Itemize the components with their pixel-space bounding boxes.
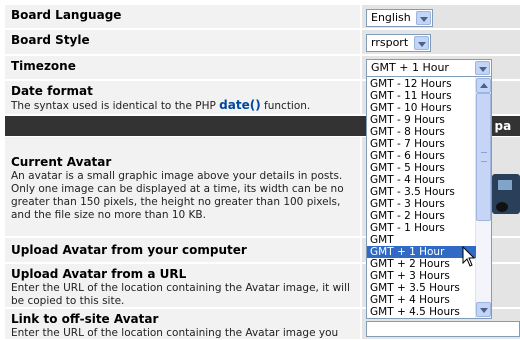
php-date-link[interactable]: date() — [219, 98, 261, 112]
timezone-option[interactable]: GMT - 5 Hours — [367, 162, 476, 174]
timezone-label: Timezone — [11, 59, 76, 73]
board-style-row: Board Style — [5, 30, 360, 55]
board-style-value: rrsport — [371, 36, 409, 49]
timezone-option[interactable]: GMT + 3.5 Hours — [367, 282, 476, 294]
timezone-option[interactable]: GMT + 1 Hour — [367, 246, 476, 258]
timezone-option[interactable]: GMT - 2 Hours — [367, 210, 476, 222]
timezone-option[interactable]: GMT - 4 Hours — [367, 174, 476, 186]
timezone-row: Timezone — [5, 56, 360, 80]
current-avatar-label: Current Avatar — [11, 155, 112, 169]
current-avatar-description: An avatar is a small graphic image above… — [11, 170, 344, 221]
board-language-row: Board Language — [5, 5, 360, 29]
offsite-avatar-url-input[interactable] — [366, 321, 520, 337]
upload-url-label: Upload Avatar from a URL — [11, 267, 187, 281]
timezone-option[interactable]: GMT — [367, 234, 476, 246]
timezone-option[interactable]: GMT - 3 Hours — [367, 198, 476, 210]
board-language-label: Board Language — [11, 8, 122, 22]
upload-url-description: Enter the URL of the location containing… — [11, 282, 350, 307]
timezone-option[interactable]: GMT + 3 Hours — [367, 270, 476, 282]
timezone-option[interactable]: GMT - 10 Hours — [367, 102, 476, 114]
timezone-option[interactable]: GMT - 9 Hours — [367, 114, 476, 126]
offsite-avatar-label: Link to off-site Avatar — [11, 312, 159, 326]
scrollbar-thumb[interactable] — [476, 93, 491, 221]
timezone-option[interactable]: GMT - 12 Hours — [367, 78, 476, 90]
timezone-option[interactable]: GMT - 6 Hours — [367, 150, 476, 162]
timezone-select[interactable]: GMT + 1 Hour — [366, 59, 492, 77]
timezone-option[interactable]: GMT + 2 Hours — [367, 258, 476, 270]
date-format-description: The syntax used is identical to the PHP … — [11, 99, 354, 113]
timezone-option[interactable]: GMT - 8 Hours — [367, 126, 476, 138]
timezone-option[interactable]: GMT - 1 Hours — [367, 222, 476, 234]
dropdown-scrollbar[interactable] — [475, 77, 491, 318]
chevron-down-icon[interactable] — [475, 61, 490, 75]
timezone-option[interactable]: GMT + 4 Hours — [367, 294, 476, 306]
date-format-row: Date format The syntax used is identical… — [5, 81, 360, 115]
profile-settings-form: Board Language English Board Style rrspo… — [0, 0, 520, 340]
timezone-dropdown-list[interactable]: GMT - 12 Hours GMT - 11 Hours GMT - 10 Hou… — [366, 76, 492, 319]
upload-url-row: Upload Avatar from a URL Enter the URL o… — [5, 264, 360, 308]
offsite-avatar-description: Enter the URL of the location containing… — [11, 327, 339, 339]
chevron-down-icon[interactable] — [416, 11, 431, 25]
timezone-option[interactable]: GMT - 11 Hours — [367, 90, 476, 102]
offsite-avatar-row: Link to off-site Avatar Enter the URL of… — [5, 309, 360, 340]
timezone-value: GMT + 1 Hour — [371, 61, 449, 74]
avatar-image — [492, 174, 520, 214]
upload-computer-row: Upload Avatar from your computer — [5, 238, 360, 263]
scroll-up-icon[interactable] — [476, 78, 491, 93]
timezone-option[interactable]: GMT - 3.5 Hours — [367, 186, 476, 198]
date-format-desc-text: The syntax used is identical to the PHP — [11, 100, 220, 112]
board-style-select[interactable]: rrsport — [366, 34, 431, 52]
scroll-down-icon[interactable] — [476, 302, 491, 317]
mouse-pointer-icon — [462, 246, 476, 267]
chevron-down-icon[interactable] — [414, 36, 429, 50]
board-language-select[interactable]: English — [366, 9, 433, 27]
date-format-desc-suffix: function. — [260, 100, 311, 112]
board-style-label: Board Style — [11, 33, 90, 47]
current-avatar-row: Current Avatar An avatar is a small grap… — [5, 137, 360, 237]
timezone-option[interactable]: GMT + 4.5 Hours — [367, 306, 476, 318]
date-format-label: Date format — [11, 84, 93, 98]
upload-computer-label: Upload Avatar from your computer — [11, 243, 247, 257]
board-language-value: English — [371, 11, 411, 24]
timezone-option[interactable]: GMT - 7 Hours — [367, 138, 476, 150]
